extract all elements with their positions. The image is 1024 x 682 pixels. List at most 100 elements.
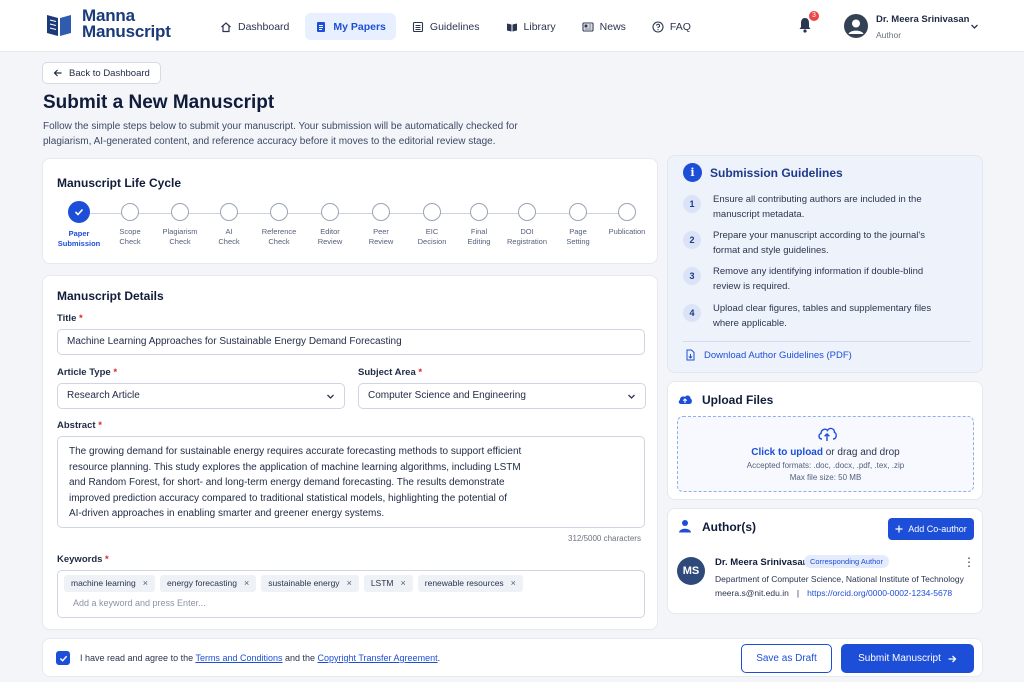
guidelines-divider: [683, 341, 971, 342]
keywords-input[interactable]: machine learning × energy forecasting × sust…: [57, 570, 645, 618]
nav-library-label: Library: [523, 20, 556, 33]
manuscript-details-card: Manuscript Details Title * Machine Learn…: [42, 275, 658, 630]
guidelines-card: i Submission Guidelines 1 Ensure all cont…: [667, 155, 983, 373]
abstract-label: Abstract *: [57, 420, 102, 431]
submit-manuscript-button[interactable]: Submit Manuscript: [841, 644, 974, 673]
step-pending-icon: [121, 203, 139, 221]
brand-logo[interactable]: Manna Manuscript: [44, 7, 171, 41]
terms-link[interactable]: Terms and Conditions: [195, 653, 282, 663]
info-icon: i: [683, 163, 702, 182]
keyword-chips: machine learning × energy forecasting × sust…: [64, 575, 638, 592]
guideline-number: 4: [683, 304, 701, 322]
arrow-left-icon: [53, 69, 62, 77]
keywords-label: Keywords *: [57, 554, 109, 565]
subject-area-select[interactable]: Computer Science and Engineering: [358, 383, 646, 409]
download-guidelines-link[interactable]: Download Author Guidelines (PDF): [684, 349, 852, 361]
add-co-author-button[interactable]: Add Co-author: [888, 518, 974, 540]
upload-cloud-outline-icon: [818, 427, 837, 441]
abstract-line: The growing demand for sustainable energ…: [69, 446, 522, 457]
abstract-line: AI-driven approaches in enabling smarter…: [69, 508, 385, 519]
guideline-text: Remove any identifying information if do…: [713, 266, 924, 292]
remove-keyword-icon[interactable]: ×: [401, 575, 406, 592]
corresponding-author-badge: Corresponding Author: [804, 555, 889, 568]
agreement-text: I have read and agree to the Terms and C…: [80, 653, 441, 663]
article-type-select[interactable]: Research Article: [57, 383, 345, 409]
guideline-number: 2: [683, 231, 701, 249]
page-intro: Follow the simple steps below to submit …: [43, 121, 518, 147]
back-label: Back to Dashboard: [69, 67, 150, 79]
nav-news[interactable]: News: [572, 13, 636, 40]
submit-bar: I have read and agree to the Terms and C…: [42, 638, 983, 677]
plus-icon: [895, 525, 903, 533]
keyword-chip-label: renewable resources: [424, 578, 504, 588]
brand-line2: Manuscript: [82, 22, 171, 41]
step-pending-icon: [372, 203, 390, 221]
submit-label: Submit Manuscript: [858, 653, 941, 664]
lifecycle-card: Manuscript Life Cycle Paper Submission Sco…: [42, 158, 658, 264]
nav-faq-label: FAQ: [669, 20, 691, 33]
remove-keyword-icon[interactable]: ×: [143, 575, 148, 592]
arrow-right-icon: [948, 655, 957, 662]
abstract-line: improved prediction accuracy compared to…: [69, 492, 508, 504]
nav-news-label: News: [599, 20, 626, 33]
keyword-chip-label: sustainable energy: [268, 578, 340, 588]
user-silhouette-icon: [848, 19, 864, 34]
step-pending-icon: [220, 203, 238, 221]
user-name[interactable]: Dr. Meera Srinivasan: [876, 14, 969, 25]
step-pending-icon: [321, 203, 339, 221]
title-label: Title *: [57, 313, 83, 324]
nav-dashboard[interactable]: Dashboard: [210, 13, 299, 40]
author-email[interactable]: meera.s@nit.edu.in: [715, 588, 789, 598]
author-contact: meera.s@nit.edu.in | https://orcid.org/0…: [715, 588, 952, 598]
newspaper-icon: [582, 21, 594, 32]
guidelines-title: Submission Guidelines: [710, 166, 843, 180]
keyword-chip: LSTM ×: [363, 575, 413, 592]
nav-my-papers[interactable]: My Papers: [305, 13, 396, 40]
nav-faq[interactable]: FAQ: [642, 13, 701, 40]
contact-separator: |: [796, 588, 800, 598]
guideline-item: 1 Ensure all contributing authors are inc…: [683, 193, 963, 222]
agree-checkbox[interactable]: [56, 651, 70, 665]
page-title: Submit a New Manuscript: [43, 92, 275, 113]
author-more-menu-icon[interactable]: ⋮: [963, 555, 975, 569]
abstract-line: and Random Forest, for short- and long-t…: [69, 477, 505, 488]
lifecycle-title: Manuscript Life Cycle: [57, 176, 182, 190]
remove-keyword-icon[interactable]: ×: [244, 575, 249, 592]
keyword-chip: machine learning ×: [64, 575, 155, 592]
nav-guidelines[interactable]: Guidelines: [402, 13, 490, 40]
keyword-placeholder[interactable]: Add a keyword and press Enter...: [73, 598, 638, 608]
authors-title: Author(s): [702, 520, 756, 534]
user-icon: [679, 520, 691, 533]
chevron-down-icon[interactable]: [970, 22, 979, 31]
abstract-textarea[interactable]: The growing demand for sustainable energ…: [57, 436, 645, 528]
step-pending-icon: [618, 203, 636, 221]
remove-keyword-icon[interactable]: ×: [511, 575, 516, 592]
abstract-char-counter: 312/5000 characters: [568, 534, 641, 543]
remove-keyword-icon[interactable]: ×: [347, 575, 352, 592]
save-draft-button[interactable]: Save as Draft: [741, 644, 832, 673]
download-label: Download Author Guidelines (PDF): [704, 349, 852, 361]
guideline-text: Prepare your manuscript according to the…: [713, 230, 925, 256]
accepted-formats: Accepted formats: .doc, .docx, .pdf, .te…: [746, 461, 905, 470]
author-orcid-link[interactable]: https://orcid.org/0000-0002-1234-5678: [807, 588, 952, 598]
title-input[interactable]: Machine Learning Approaches for Sustaina…: [57, 329, 645, 355]
nav-my-papers-label: My Papers: [333, 20, 386, 33]
book-icon: [506, 23, 517, 31]
nav-library[interactable]: Library: [496, 13, 566, 40]
author-name: Dr. Meera Srinivasan: [715, 557, 809, 568]
user-role: Author: [876, 30, 902, 40]
user-avatar[interactable]: [844, 14, 868, 38]
details-title: Manuscript Details: [57, 289, 164, 303]
upload-title: Upload Files: [702, 393, 774, 407]
step-pending-icon: [423, 203, 441, 221]
guideline-number: 3: [683, 267, 701, 285]
keyword-chip-label: machine learning: [71, 578, 136, 588]
home-icon: [221, 21, 231, 32]
keyword-chip-label: energy forecasting: [167, 578, 237, 588]
click-to-upload-link[interactable]: Click to upload: [751, 447, 823, 458]
back-to-dashboard-button[interactable]: Back to Dashboard: [42, 62, 161, 84]
copyright-agreement-link[interactable]: Copyright Transfer Agreement: [318, 653, 438, 663]
max-file-size: Max file size: 50 MB: [789, 473, 862, 482]
cloud-upload-icon: [678, 395, 692, 404]
file-dropzone[interactable]: Click to upload or drag and drop Accepte…: [677, 416, 974, 492]
